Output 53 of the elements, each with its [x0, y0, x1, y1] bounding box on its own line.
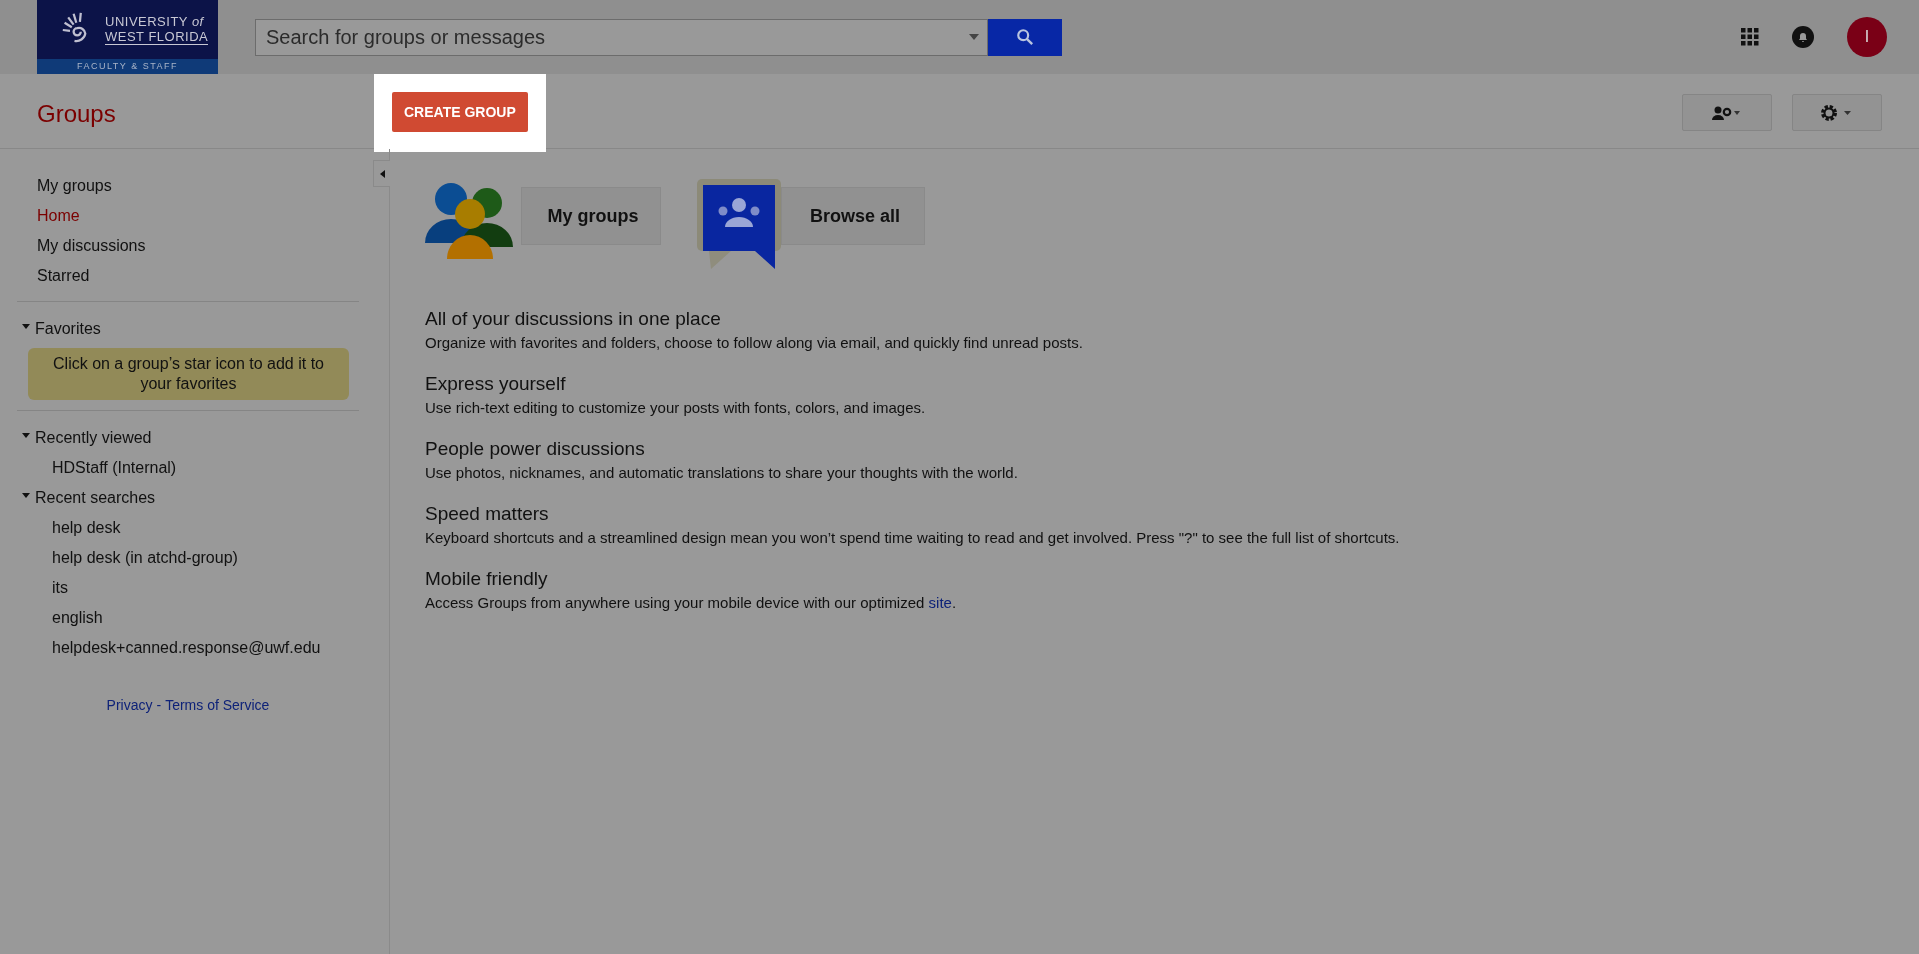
page-title: Groups	[37, 100, 117, 128]
sidebar-item[interactable]: english	[17, 603, 359, 633]
feature-description: Use photos, nicknames, and automatic translations to share your thoughts with the world.	[425, 463, 1019, 483]
create-group-button[interactable]: CREATE GROUP	[392, 92, 528, 132]
sidebar-item[interactable]: My discussions	[17, 231, 146, 261]
caret-icon	[379, 169, 385, 178]
caret-icon[interactable]	[969, 33, 979, 40]
member-settings-button[interactable]	[1682, 94, 1772, 131]
settings-button[interactable]	[1792, 94, 1882, 131]
tile-button[interactable]: Browse all	[781, 187, 925, 245]
sidebar-item[interactable]: HDStaff (Internal)	[17, 453, 359, 483]
site-link[interactable]: site	[928, 594, 952, 611]
feature-description: Organize with favorites and folders, choose to follow along via email, and quickly find unread posts.	[425, 333, 1084, 353]
expanded-caret-icon[interactable]	[22, 323, 30, 331]
sidebar-item[interactable]: its	[17, 573, 359, 603]
feature-description: Use rich-text editing to customize your posts with fonts, colors, and images.	[425, 398, 927, 418]
apps-grid-icon[interactable]	[1741, 28, 1759, 46]
groups-badge-icon[interactable]	[697, 179, 781, 271]
logo-text: WEST FLORIDA	[105, 29, 209, 45]
feature-description: Keyboard shortcuts and a streamlined design mean you won’t spend time waiting to read and get involved. Press "?" to see the full list of shortcuts.	[425, 528, 1401, 548]
notifications-bell-icon[interactable]	[1791, 25, 1815, 49]
feature-heading: All of your discussions in one place	[425, 307, 722, 331]
section-heading[interactable]: Favorites	[35, 314, 101, 344]
terms-link[interactable]: Terms of Service	[165, 697, 270, 713]
feature-heading: People power discussions	[425, 437, 646, 461]
sidebar-item[interactable]: help desk (in atchd-group)	[17, 543, 359, 573]
expanded-caret-icon[interactable]	[22, 432, 30, 440]
sidebar-item[interactable]: Home	[17, 201, 80, 231]
sidebar-item[interactable]: help desk	[17, 513, 359, 543]
avatar[interactable]: I	[1847, 17, 1887, 57]
search-field[interactable]: Search for groups or messages	[255, 18, 988, 56]
expanded-caret-icon[interactable]	[22, 492, 30, 500]
university-logo[interactable]: UNIVERSITY of WEST FLORIDA FACULTY & STAFF	[37, 0, 218, 74]
feature-description: Access Groups from anywhere using your mobile device with our optimized site.	[425, 593, 958, 613]
collapse-sidebar-button[interactable]	[373, 160, 390, 187]
privacy-link[interactable]: Privacy	[106, 697, 153, 713]
settings-icon	[1820, 102, 1854, 123]
logo-subtitle: FACULTY & STAFF	[37, 59, 218, 74]
feature-heading: Speed matters	[425, 502, 550, 526]
feature-heading: Mobile friendly	[425, 567, 549, 591]
person-gear-icon	[1712, 105, 1742, 120]
search-button[interactable]	[988, 18, 1062, 56]
separator-text: -	[156, 697, 162, 713]
sidebar-item[interactable]: Starred	[17, 261, 90, 291]
logo-text: UNIVERSITY of	[105, 14, 205, 29]
feature-heading: Express yourself	[425, 372, 567, 396]
sidebar-item[interactable]: helpdesk+canned.response@uwf.edu	[17, 633, 359, 663]
favorites-hint: Click on a group’s star icon to add it to your favorites	[28, 348, 349, 400]
tile-button[interactable]: My groups	[521, 187, 661, 245]
section-heading[interactable]: Recently viewed	[35, 423, 152, 453]
section-heading[interactable]: Recent searches	[35, 483, 156, 513]
search-icon	[1016, 28, 1034, 46]
sidebar-item[interactable]: My groups	[17, 171, 112, 201]
